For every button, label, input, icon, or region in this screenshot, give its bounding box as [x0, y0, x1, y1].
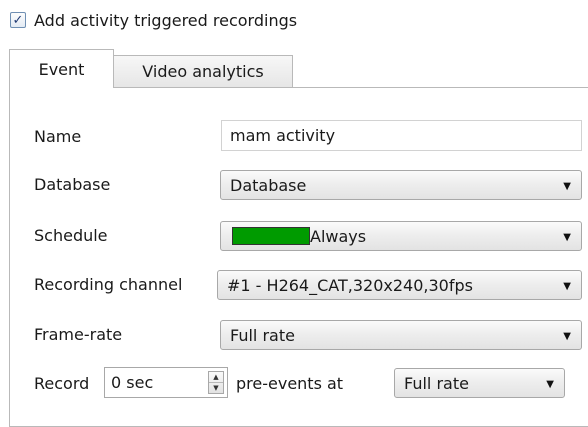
database-label: Database	[34, 174, 111, 194]
chevron-down-icon: ▼	[563, 331, 571, 342]
pre-events-rate-select-value: Full rate	[404, 373, 469, 393]
name-input[interactable]: mam activity	[221, 120, 582, 151]
database-select-value: Database	[230, 175, 307, 195]
add-activity-recordings-checkbox[interactable]: ✓	[10, 12, 26, 28]
frame-rate-select-value: Full rate	[230, 325, 295, 345]
frame-rate-label: Frame-rate	[34, 324, 123, 344]
schedule-select-value: Always	[310, 226, 367, 246]
recording-channel-select-value: #1 - H264_CAT,320x240,30fps	[227, 275, 473, 295]
spin-up-icon[interactable]: ▲	[209, 372, 223, 383]
tab-video-analytics-label: Video analytics	[142, 62, 264, 81]
chevron-down-icon: ▼	[546, 379, 554, 390]
checkmark-icon: ✓	[12, 12, 24, 28]
frame-rate-select[interactable]: Full rate ▼	[220, 320, 582, 350]
add-activity-recordings-label: Add activity triggered recordings	[34, 10, 298, 30]
spin-down-icon[interactable]: ▼	[209, 383, 223, 393]
chevron-down-icon: ▼	[563, 281, 571, 292]
tab-video-analytics[interactable]: Video analytics	[114, 55, 293, 88]
recording-channel-select[interactable]: #1 - H264_CAT,320x240,30fps ▼	[217, 270, 582, 300]
record-pre-events-value: 0 sec	[111, 373, 154, 392]
pre-events-at-label: pre-events at	[236, 373, 344, 393]
schedule-color-swatch	[232, 227, 310, 245]
name-label: Name	[34, 126, 82, 146]
schedule-select[interactable]: Always ▼	[220, 221, 582, 251]
record-pre-events-spinbox[interactable]: 0 sec ▲ ▼	[104, 367, 228, 398]
tab-event[interactable]: Event	[9, 49, 114, 88]
schedule-label: Schedule	[34, 225, 108, 245]
recording-channel-label: Recording channel	[34, 274, 183, 294]
chevron-down-icon: ▼	[563, 232, 571, 243]
pre-events-rate-select[interactable]: Full rate ▼	[394, 368, 565, 398]
name-input-value: mam activity	[230, 126, 336, 145]
record-label: Record	[34, 373, 90, 393]
spin-buttons: ▲ ▼	[208, 371, 224, 394]
tab-event-label: Event	[38, 59, 85, 79]
chevron-down-icon: ▼	[563, 181, 571, 192]
add-activity-recordings-checkbox-row[interactable]: ✓ Add activity triggered recordings	[10, 6, 297, 34]
database-select[interactable]: Database ▼	[220, 170, 582, 200]
